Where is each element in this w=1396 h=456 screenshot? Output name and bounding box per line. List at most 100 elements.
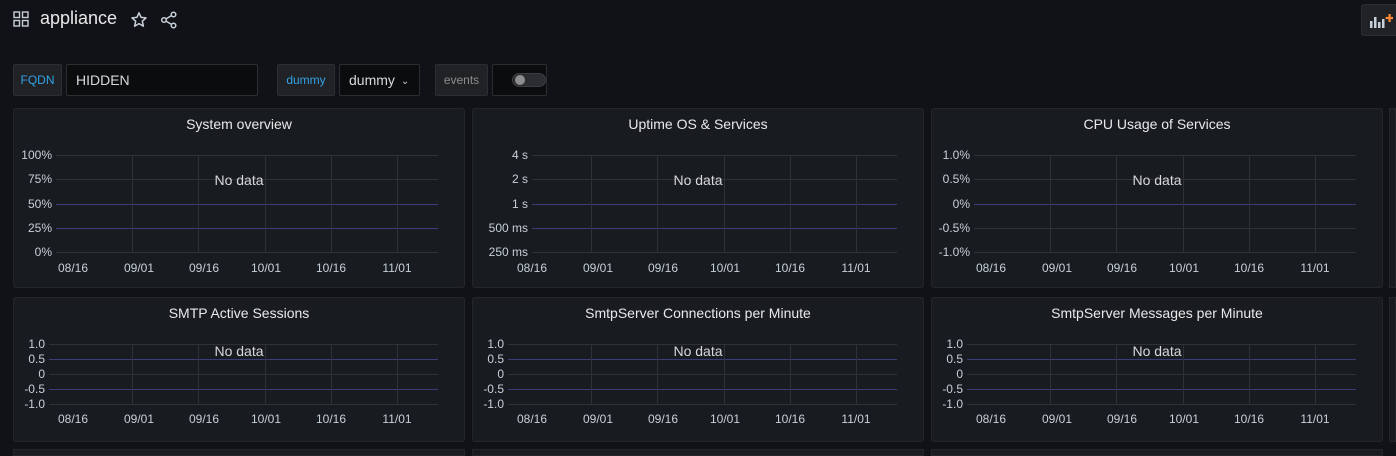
x-tick-label: 10/01 xyxy=(710,261,740,275)
toggle-track xyxy=(512,73,546,87)
y-tick-label: -1.0 xyxy=(942,397,963,411)
x-tick-label: 08/16 xyxy=(976,412,1006,426)
no-data-label: No data xyxy=(673,172,722,188)
y-tick-label: 1.0 xyxy=(487,337,504,351)
panel-cpu-usage: CPU Usage of Services 1.0% 0.5% 0% -0.5% -1.0… xyxy=(931,108,1383,288)
x-tick-label: 09/01 xyxy=(124,261,154,275)
y-tick-label: 0.5 xyxy=(946,352,963,366)
x-tick-label: 10/16 xyxy=(775,412,805,426)
graph-area: 1.0% 0.5% 0% -0.5% -1.0% 08/16 09/01 09/16 10/01… xyxy=(939,148,1356,275)
y-tick-label: 4 s xyxy=(512,148,528,162)
dashboard-header: appliance xyxy=(0,0,1396,40)
no-data-label: No data xyxy=(214,172,263,188)
x-tick-label: 08/16 xyxy=(976,261,1006,275)
events-toggle[interactable] xyxy=(492,64,547,96)
y-tick-label: 75% xyxy=(28,172,52,186)
y-tick-label: 250 ms xyxy=(489,245,528,259)
x-tick-label: 09/16 xyxy=(189,412,219,426)
y-tick-label: -0.5 xyxy=(483,382,504,396)
x-tick-label: 09/01 xyxy=(1042,261,1072,275)
panel-stub-bottom-3 xyxy=(931,449,1383,456)
x-tick-label: 09/01 xyxy=(124,412,154,426)
y-tick-label: 0.5 xyxy=(487,352,504,366)
x-tick-label: 11/01 xyxy=(841,261,870,275)
y-tick-label: 1.0% xyxy=(943,148,971,162)
panel-stub-bottom-2 xyxy=(472,449,924,456)
x-tick-label: 09/16 xyxy=(1107,261,1137,275)
x-tick-label: 10/16 xyxy=(316,261,346,275)
x-tick-label: 10/16 xyxy=(316,412,346,426)
x-tick-label: 11/01 xyxy=(382,412,411,426)
add-panel-icon xyxy=(1370,14,1393,28)
y-tick-label: -0.5 xyxy=(942,382,963,396)
toggle-knob xyxy=(515,75,525,85)
x-tick-label: 09/01 xyxy=(583,412,613,426)
y-tick-label: 1.0 xyxy=(946,337,963,351)
fqdn-input[interactable]: HIDDEN xyxy=(66,64,258,96)
dummy-variable-label: dummy xyxy=(277,64,335,96)
y-tick-label: -1.0 xyxy=(24,397,45,411)
x-tick-label: 11/01 xyxy=(841,412,870,426)
no-data-label: No data xyxy=(1132,172,1181,188)
y-tick-label: 0.5 xyxy=(28,352,45,366)
x-tick-label: 10/01 xyxy=(251,412,281,426)
y-tick-label: 0 xyxy=(38,367,45,381)
x-tick-label: 11/01 xyxy=(382,261,411,275)
dashboard-title[interactable]: appliance xyxy=(40,8,117,29)
x-tick-label: 09/16 xyxy=(648,412,678,426)
y-tick-label: 1.0 xyxy=(28,337,45,351)
panel-stub-right-2 xyxy=(1389,297,1396,442)
y-tick-label: 0% xyxy=(35,245,53,259)
panel-system-overview: System overview 100% 75% 50% 25% 0% 08/16 09/01… xyxy=(13,108,465,288)
x-tick-label: 09/16 xyxy=(648,261,678,275)
graph-area: 1.00.50-0.5-1.0 08/16 09/01 09/16 10/01 10/16… xyxy=(24,337,438,426)
panel-stub-bottom-1 xyxy=(13,449,465,456)
share-icon[interactable] xyxy=(160,11,178,29)
dummy-select[interactable]: dummy ⌄ xyxy=(339,64,420,96)
x-tick-label: 08/16 xyxy=(58,261,88,275)
graph-area: 1.00.50-0.5-1.0 08/16 09/01 09/16 10/01 10/16… xyxy=(483,337,897,426)
y-tick-label: 1 s xyxy=(512,197,528,211)
x-tick-label: 10/16 xyxy=(1234,261,1264,275)
y-tick-label: -0.5% xyxy=(939,221,971,235)
y-tick-label: 0% xyxy=(953,197,971,211)
x-tick-label: 11/01 xyxy=(1300,261,1329,275)
graph-area: 100% 75% 50% 25% 0% 08/16 09/01 09/16 10/01 10/16… xyxy=(21,148,438,275)
y-tick-label: -1.0% xyxy=(939,245,971,259)
y-tick-label: -1.0 xyxy=(483,397,504,411)
x-tick-label: 10/01 xyxy=(1169,261,1199,275)
grid-icon xyxy=(13,11,29,27)
star-icon[interactable] xyxy=(130,11,148,29)
y-tick-label: 0.5% xyxy=(943,172,971,186)
x-tick-label: 09/16 xyxy=(1107,412,1137,426)
y-tick-label: 2 s xyxy=(512,172,528,186)
y-tick-label: 500 ms xyxy=(489,221,528,235)
no-data-label: No data xyxy=(1132,343,1181,359)
x-tick-label: 08/16 xyxy=(517,412,547,426)
fqdn-variable-label: FQDN xyxy=(13,64,62,96)
x-tick-label: 10/01 xyxy=(251,261,281,275)
panel-uptime: Uptime OS & Services 4 s2 s1 s 500 ms 250 m… xyxy=(472,108,924,288)
x-tick-label: 10/16 xyxy=(775,261,805,275)
x-tick-label: 09/01 xyxy=(1042,412,1072,426)
no-data-label: No data xyxy=(673,343,722,359)
x-tick-label: 08/16 xyxy=(58,412,88,426)
x-tick-label: 10/16 xyxy=(1234,412,1264,426)
x-tick-label: 09/16 xyxy=(189,261,219,275)
y-tick-label: -0.5 xyxy=(24,382,45,396)
dummy-select-value: dummy xyxy=(349,72,395,88)
y-tick-label: 50% xyxy=(28,197,52,211)
panel-smtp-messages: SmtpServer Messages per Minute 1.0 0.5 0 -0.… xyxy=(931,297,1383,442)
x-tick-label: 11/01 xyxy=(1300,412,1329,426)
y-tick-label: 25% xyxy=(28,221,52,235)
x-tick-label: 10/01 xyxy=(1169,412,1199,426)
graph-area: 1.00.50-0.5-1.0 08/16 09/01 09/16 10/01 10/16… xyxy=(942,337,1356,426)
add-panel-button[interactable] xyxy=(1361,4,1396,36)
y-tick-label: 0 xyxy=(497,367,504,381)
x-tick-label: 08/16 xyxy=(517,261,547,275)
events-variable-label: events xyxy=(435,64,488,96)
graph-area: 4 s 2 s 1 s 500 ms 250 ms 08/16 09/01 09/16 10/0… xyxy=(489,148,897,275)
panel-smtp-connections: SmtpServer Connections per Minute 1.0 0.5 0… xyxy=(472,297,924,442)
x-tick-label: 09/01 xyxy=(583,261,613,275)
x-tick-label: 10/01 xyxy=(710,412,740,426)
